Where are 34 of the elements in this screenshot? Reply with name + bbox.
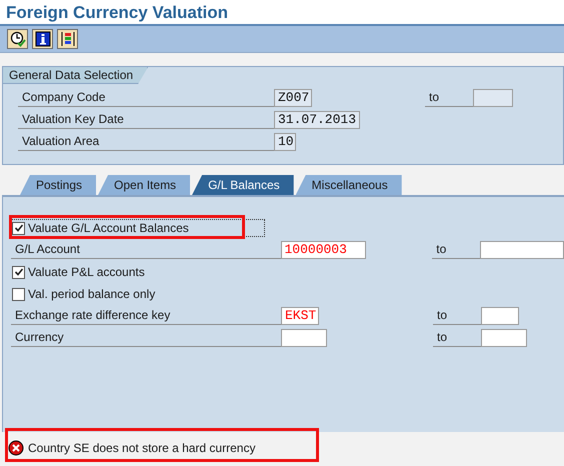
input-field[interactable] (481, 329, 527, 347)
input-field[interactable] (281, 329, 327, 347)
input-field[interactable]: EKST (281, 307, 319, 325)
field-label: Valuation Area (18, 133, 274, 151)
field-label: Currency (11, 329, 281, 347)
checkbox[interactable]: Valuate P&L accounts (11, 263, 150, 281)
bars-icon (60, 31, 76, 47)
field-label: Company Code (18, 89, 274, 107)
check-icon (14, 267, 24, 277)
group-title: General Data Selection (3, 67, 148, 84)
checkbox[interactable]: Valuate G/L Account Balances (11, 219, 265, 237)
tab[interactable]: G/L Balances (192, 175, 294, 195)
bars-button[interactable] (57, 29, 78, 49)
input-field[interactable]: 10000003 (280, 241, 366, 259)
input-field[interactable] (473, 89, 513, 107)
window-title: Foreign Currency Valuation (6, 4, 228, 20)
check-icon (14, 223, 24, 233)
tab[interactable]: Postings (20, 175, 96, 195)
clock-check-icon (10, 31, 26, 47)
info-icon (34, 31, 50, 47)
status-message: Country SE does not store a hard currency (28, 440, 256, 456)
field-label: Exchange rate difference key (11, 307, 281, 325)
input-field[interactable]: 31.07.2013 (274, 111, 360, 129)
input-field[interactable] (481, 307, 519, 325)
tab[interactable]: Miscellaneous (296, 175, 402, 195)
clock-check-button[interactable] (7, 29, 28, 49)
info-button[interactable] (32, 29, 53, 49)
tab[interactable]: Open Items (98, 175, 190, 195)
field-label: G/L Account (11, 241, 280, 259)
checkbox[interactable]: Val. period balance only (11, 285, 160, 303)
input-field[interactable]: 10 (274, 133, 296, 151)
input-field[interactable] (480, 241, 564, 259)
field-label: Valuation Key Date (18, 111, 274, 129)
input-field[interactable]: Z007 (274, 89, 312, 107)
